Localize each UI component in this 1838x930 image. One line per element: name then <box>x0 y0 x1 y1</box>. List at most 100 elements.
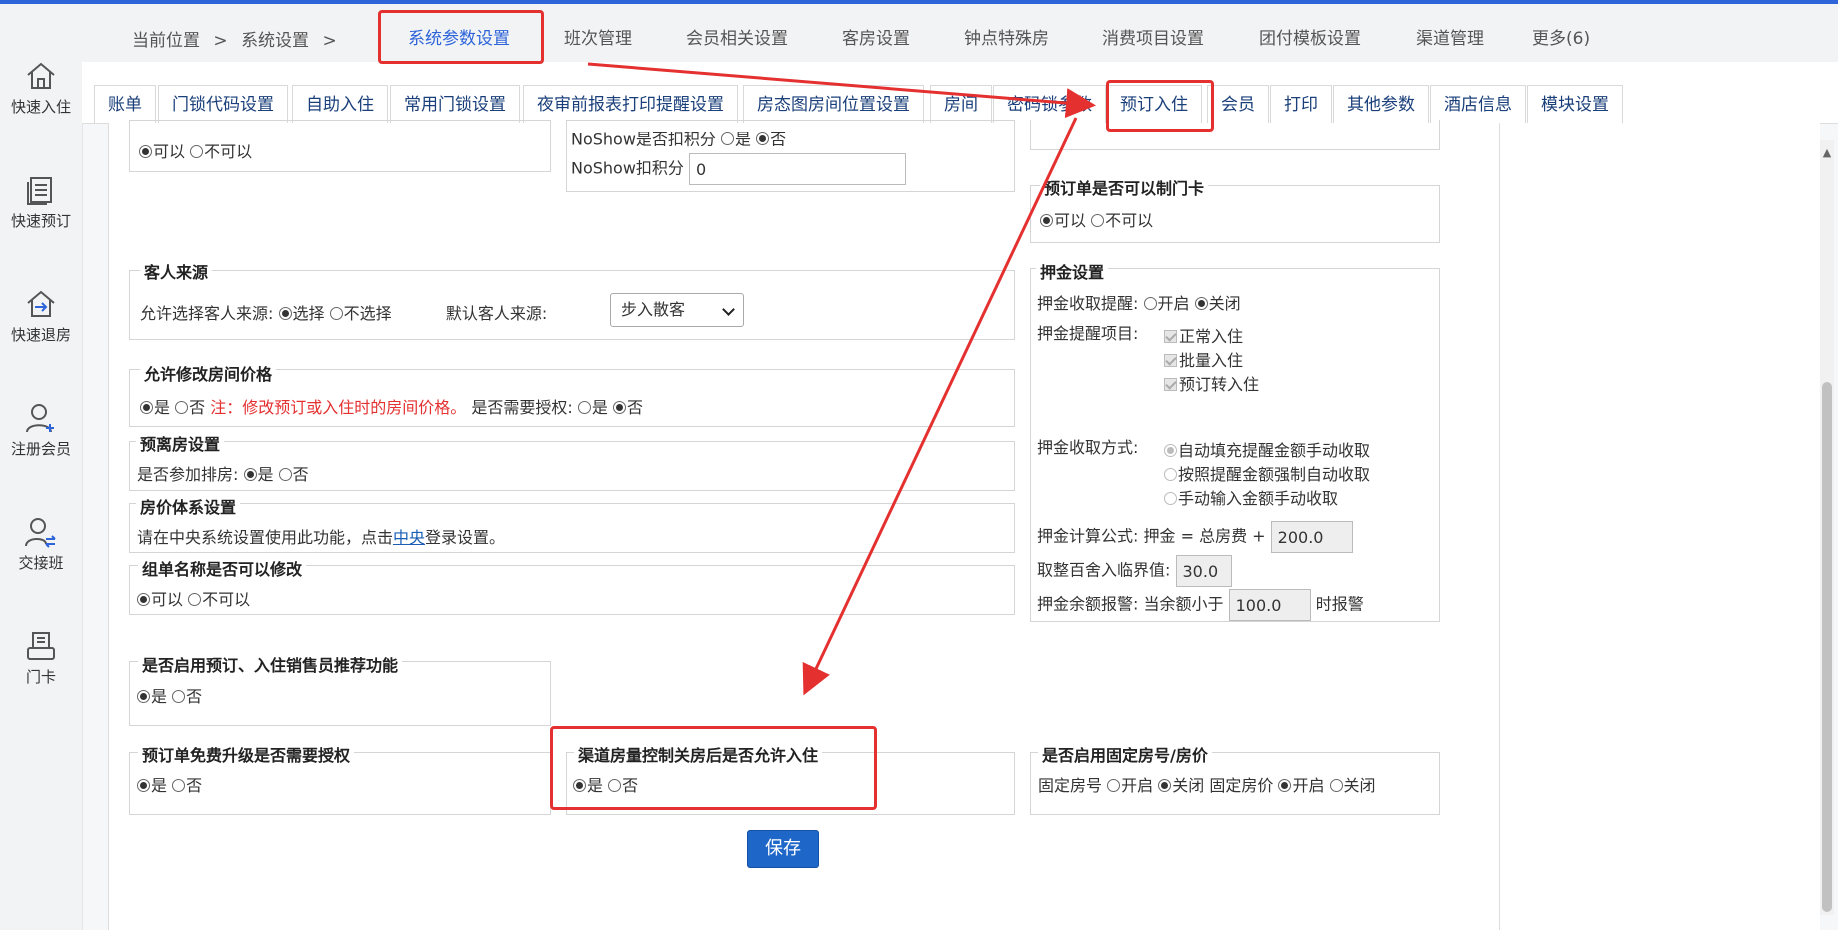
deposit-alarm-input[interactable]: 100.0 <box>1228 589 1311 621</box>
deposit-item-batch: 批量入住 <box>1164 347 1243 371</box>
checkbox-batch-checkin[interactable] <box>1164 353 1177 367</box>
radio-auth-yes[interactable] <box>577 400 591 414</box>
radio-fixed-room-on[interactable] <box>1107 778 1121 792</box>
radio-method-manual[interactable] <box>1164 491 1177 505</box>
section-title: 组单名称是否可以修改 <box>138 556 307 580</box>
checkbox-normal-checkin[interactable] <box>1164 329 1177 343</box>
sidebar-item-shift-handover[interactable]: 交接班 <box>0 504 82 594</box>
radio-group-yes[interactable] <box>137 592 150 606</box>
radio-sales-no[interactable] <box>172 689 186 703</box>
radio-arrange-yes[interactable] <box>243 467 257 481</box>
save-button[interactable]: 保存 <box>747 830 819 868</box>
menu-member-settings[interactable]: 会员相关设置 <box>686 24 788 49</box>
radio-sales-yes[interactable] <box>137 689 150 703</box>
radio-group-no[interactable] <box>188 592 202 606</box>
radio-fixed-price-on[interactable] <box>1278 778 1292 792</box>
radio-label: 是 <box>591 398 608 417</box>
radio-label: 可以 <box>151 590 184 609</box>
tab-module-settings[interactable]: 模块设置 <box>1527 85 1623 123</box>
breadcrumb-separator: > <box>322 31 337 51</box>
deposit-remind-row: 押金收取提醒: 开启 关闭 <box>1037 290 1241 314</box>
radio-noshow-yes[interactable] <box>721 132 735 145</box>
deposit-method-label: 押金收取方式: <box>1037 438 1139 457</box>
tab-night-audit-print[interactable]: 夜审前报表打印提醒设置 <box>523 85 738 123</box>
tab-hotel-info[interactable]: 酒店信息 <box>1430 85 1526 123</box>
sidebar-item-quick-checkout[interactable]: 快速退房 <box>0 276 82 366</box>
radio-source-select[interactable] <box>278 306 292 320</box>
radio-price-no[interactable] <box>175 400 189 414</box>
radio-auth-no[interactable] <box>612 400 626 414</box>
radio-label: 是 <box>154 398 171 417</box>
noshow-partial-label: NoShow是否扣积分 <box>571 132 716 148</box>
tab-lock-code[interactable]: 门锁代码设置 <box>158 85 288 123</box>
tab-other-params[interactable]: 其他参数 <box>1333 85 1429 123</box>
radio-deposit-remind-off[interactable] <box>1194 296 1208 310</box>
central-link[interactable]: 中央 <box>393 528 425 547</box>
radio-label: 否 <box>626 398 643 417</box>
checkbox-booking-to-checkin[interactable] <box>1164 377 1177 391</box>
radio-upgrade-no[interactable] <box>172 778 186 792</box>
radio-label: 关闭 <box>1343 776 1376 795</box>
deposit-item-booking: 预订转入住 <box>1164 371 1259 395</box>
section-title: 预订单是否可以制门卡 <box>1040 175 1209 199</box>
menu-shift-management[interactable]: 班次管理 <box>564 24 632 49</box>
tab-self-checkin[interactable]: 自助入住 <box>292 85 388 123</box>
section-title: 房价体系设置 <box>136 494 241 518</box>
tab-room[interactable]: 房间 <box>930 85 992 123</box>
radio-noshow-no[interactable] <box>756 132 770 145</box>
radio-fixed-room-off[interactable] <box>1158 778 1172 792</box>
deposit-formula-label: 押金计算公式: <box>1037 526 1139 546</box>
scrollbar-thumb[interactable] <box>1822 382 1832 912</box>
radio-deposit-remind-on[interactable] <box>1143 296 1157 310</box>
tab-member[interactable]: 会员 <box>1207 85 1269 123</box>
tab-print[interactable]: 打印 <box>1270 85 1332 123</box>
sidebar-item-door-card[interactable]: 门卡 <box>0 618 82 708</box>
radio-label: 否 <box>189 398 206 417</box>
radio-label: 是 <box>151 776 168 795</box>
document-icon <box>27 177 52 205</box>
radio-upgrade-yes[interactable] <box>137 778 150 792</box>
radio-label: 选择 <box>292 304 325 323</box>
fixed-room-options: 固定房号 开启 关闭 固定房价 开启 关闭 <box>1038 772 1376 796</box>
breadcrumb-separator: > <box>213 31 228 51</box>
radio-card-no[interactable] <box>1091 213 1105 227</box>
breadcrumb-location: 当前位置 <box>132 31 200 51</box>
radio-source-noselect[interactable] <box>329 306 343 320</box>
radio-method-force[interactable] <box>1164 467 1177 481</box>
menu-group-payment-template[interactable]: 团付模板设置 <box>1259 24 1361 49</box>
menu-consumption-items[interactable]: 消费项目设置 <box>1102 24 1204 49</box>
radio-card-yes[interactable] <box>1040 213 1053 227</box>
section-title: 允许修改房间价格 <box>140 361 277 385</box>
radio-label: 开启 <box>1157 294 1190 313</box>
sidebar-item-quick-checkin[interactable]: 快速入住 <box>0 48 82 138</box>
booking-card-options: 可以 不可以 <box>1040 207 1153 231</box>
menu-room-settings[interactable]: 客房设置 <box>842 24 910 49</box>
sidebar-item-register-member[interactable]: 注册会员 <box>0 390 82 480</box>
deposit-method-auto-fill: 自动填充提醒金额手动收取 <box>1164 437 1370 461</box>
deposit-round-input[interactable]: 30.0 <box>1175 555 1232 587</box>
menu-more[interactable]: 更多(6) <box>1532 24 1590 49</box>
deposit-formula-text: 押金 = 总房费 + <box>1143 526 1266 546</box>
radio-price-yes[interactable] <box>140 400 153 414</box>
free-upgrade-options: 是 否 <box>137 772 202 796</box>
menu-channel-management[interactable]: 渠道管理 <box>1416 24 1484 49</box>
radio-fixed-price-off[interactable] <box>1329 778 1343 792</box>
menu-hourly-rooms[interactable]: 钟点特殊房 <box>964 24 1049 49</box>
radio-top-yes[interactable] <box>139 144 152 158</box>
modify-price-row: 是 否 注：修改预订或入住时的房间价格。 是否需要授权: 是 否 <box>140 394 643 418</box>
default-source-select[interactable]: 步入散客 <box>610 293 744 327</box>
tab-common-lock[interactable]: 常用门锁设置 <box>390 85 520 123</box>
breadcrumb-system-settings[interactable]: 系统设置 <box>241 31 309 51</box>
tab-room-map-position[interactable]: 房态图房间位置设置 <box>743 85 924 123</box>
tab-password-lock[interactable]: 密码锁参数 <box>993 85 1106 123</box>
radio-arrange-no[interactable] <box>278 467 292 481</box>
sidebar-item-quick-booking[interactable]: 快速预订 <box>0 162 82 252</box>
tab-bill[interactable]: 账单 <box>94 85 156 123</box>
section-right-partial <box>1030 120 1440 150</box>
deposit-formula-input[interactable]: 200.0 <box>1270 521 1353 553</box>
noshow-points-input[interactable]: 0 <box>689 153 907 185</box>
scroll-up-icon[interactable]: ▲ <box>1820 146 1834 160</box>
radio-method-auto-fill[interactable] <box>1164 443 1177 457</box>
radio-label: 自动填充提醒金额手动收取 <box>1178 441 1371 460</box>
radio-top-no[interactable] <box>190 144 204 158</box>
